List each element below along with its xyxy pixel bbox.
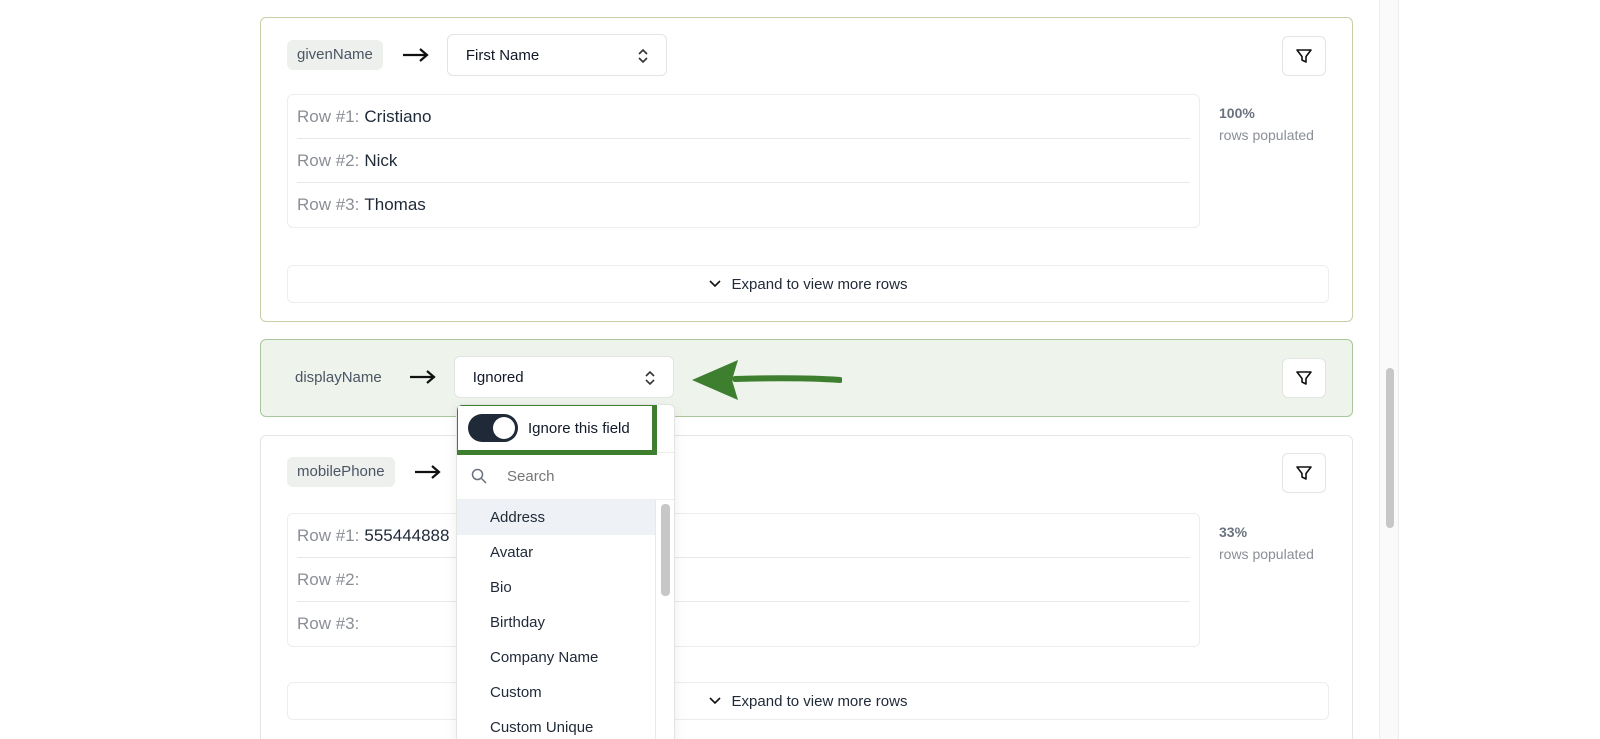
filter-button[interactable] <box>1282 36 1326 76</box>
source-field-chip: mobilePhone <box>287 457 395 487</box>
mapping-select[interactable]: First Name <box>446 34 667 76</box>
row-value: Nick <box>364 150 398 170</box>
mapping-dropdown: Address Avatar Bio Birthday Company Name… <box>456 404 675 739</box>
field-header: displayName Ignored <box>287 356 674 398</box>
row-value: Thomas <box>364 195 426 214</box>
ignore-field-toggle[interactable] <box>468 414 518 442</box>
row-label: Row #3: <box>297 195 360 214</box>
chevron-down-icon <box>708 280 721 288</box>
filter-icon <box>1296 49 1312 63</box>
row-label: Row #2: <box>297 150 360 170</box>
ignore-field-label: Ignore this field <box>528 419 630 437</box>
arrow-right-icon <box>409 370 436 384</box>
expand-label: Expand to view more rows <box>731 275 908 293</box>
dropdown-divider <box>655 500 656 739</box>
ignore-field-toggle-row: Ignore this field <box>457 405 657 455</box>
population-label: rows populated <box>1219 127 1314 143</box>
source-field-name: displayName <box>295 368 382 386</box>
dropdown-search <box>457 452 674 500</box>
search-input[interactable] <box>507 467 647 485</box>
population-label: rows populated <box>1219 546 1314 562</box>
population-percent: 100% <box>1219 105 1255 121</box>
filter-button[interactable] <box>1282 358 1326 398</box>
option-item[interactable]: Bio <box>457 570 655 605</box>
annotation-arrow-icon <box>692 360 842 400</box>
chevron-up-down-icon <box>638 48 648 64</box>
table-row: Row #1: 555444888 <box>297 514 1190 558</box>
table-row: Row #2: Nick <box>297 139 1190 183</box>
option-item[interactable]: Company Name <box>457 640 655 675</box>
row-value: Cristiano <box>364 106 432 126</box>
table-row: Row #1: Cristiano <box>297 95 1190 139</box>
field-header: givenName First Name <box>287 34 667 76</box>
population-stat: 100% rows populated <box>1219 102 1314 146</box>
arrow-right-icon <box>414 465 441 479</box>
source-field-chip: givenName <box>287 40 383 70</box>
page-scrollbar[interactable] <box>1379 0 1399 739</box>
filter-button[interactable] <box>1282 453 1326 493</box>
table-row: Row #3: Thomas <box>297 183 1190 227</box>
option-item[interactable]: Address <box>457 500 655 535</box>
filter-icon <box>1296 371 1312 385</box>
filter-icon <box>1296 466 1312 480</box>
sample-rows: Row #1: Cristiano Row #2: Nick Row #3: Thom… <box>287 94 1200 228</box>
option-list: Address Avatar Bio Birthday Company Name… <box>457 500 655 739</box>
expand-rows-button[interactable]: Expand to view more rows <box>287 682 1329 720</box>
table-row: Row #3: <box>297 602 1190 646</box>
population-stat: 33% rows populated <box>1219 521 1314 565</box>
row-label: Row #3: <box>297 614 360 633</box>
option-item[interactable]: Custom <box>457 675 655 710</box>
population-percent: 33% <box>1219 524 1248 540</box>
mapping-select[interactable]: Ignored <box>453 356 674 398</box>
toggle-knob <box>493 417 515 439</box>
page-scrollbar-thumb[interactable] <box>1386 368 1394 528</box>
option-item[interactable]: Custom Unique <box>457 710 655 739</box>
option-item[interactable]: Avatar <box>457 535 655 570</box>
sample-rows: Row #1: 555444888 Row #2: Row #3: <box>287 513 1200 647</box>
chevron-up-down-icon <box>645 370 655 386</box>
dropdown-scrollbar[interactable] <box>661 504 670 596</box>
expand-label: Expand to view more rows <box>731 692 908 710</box>
mapping-page: givenName First Name Row #1: Cristiano Ro… <box>0 0 1600 739</box>
row-label: Row #2: <box>297 569 360 589</box>
field-header: mobilePhone <box>287 453 459 491</box>
mapping-select-value: First Name <box>465 46 540 64</box>
row-label: Row #1: <box>297 106 360 126</box>
mapping-select-value: Ignored <box>472 368 524 386</box>
table-row: Row #2: <box>297 558 1190 602</box>
arrow-right-icon <box>402 48 429 62</box>
chevron-down-icon <box>708 697 721 705</box>
search-icon <box>471 468 487 484</box>
expand-rows-button[interactable]: Expand to view more rows <box>287 265 1329 303</box>
row-label: Row #1: <box>297 525 360 545</box>
field-card-mobilePhone: mobilePhone Row #1: 555444888 Row #2: Row… <box>260 435 1353 739</box>
option-item[interactable]: Birthday <box>457 605 655 640</box>
row-value: 555444888 <box>364 525 450 545</box>
field-card-givenName: givenName First Name Row #1: Cristiano Ro… <box>260 17 1353 322</box>
